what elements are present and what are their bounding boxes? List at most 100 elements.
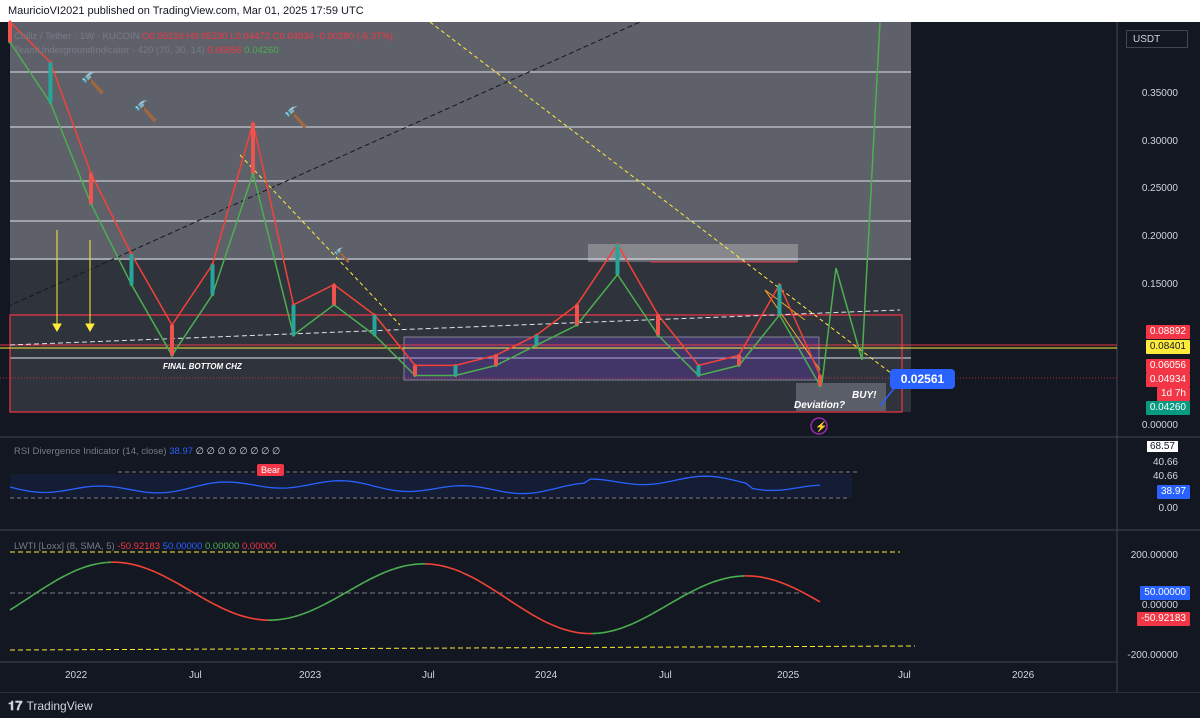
symbol-name[interactable]: Chiliz / Tether · 1W · KUCOIN	[14, 31, 139, 42]
main-chart-svg[interactable]: 🔨 🔨 🔨 🔨 ⚡	[0, 0, 1200, 718]
lwti-segment	[779, 581, 785, 585]
time-tick: 2026	[1012, 670, 1035, 681]
rsi-tag: 38.97	[1156, 485, 1190, 499]
lwti-segment	[703, 582, 709, 587]
hammer-icon: 🔨	[333, 247, 350, 264]
lwti-segment	[799, 590, 806, 595]
indicator-name[interactable]: TeamUndergroundIndicator · 420 (70, 30, …	[14, 45, 205, 56]
lwti-segment	[19, 599, 26, 605]
tradingview-logo-icon[interactable]: 𝟏𝟕	[8, 698, 22, 714]
lwti-value-4: 0.00000	[241, 541, 277, 552]
lwti-segment	[166, 576, 173, 582]
lwti-segment	[713, 579, 720, 583]
lwti-tick: 0.00000	[1141, 600, 1178, 611]
hammer-icon: 🔨	[283, 105, 308, 129]
lwti-tick: 200.00000	[1130, 550, 1178, 561]
chart-screenshot: MauricioVI2021 published on TradingView.…	[0, 0, 1200, 718]
lwti-segment	[333, 595, 340, 600]
lwti-segment	[283, 617, 289, 620]
ohlc-change: -0.00280 (-5.37%)	[316, 31, 394, 42]
lwti-segment	[607, 630, 613, 633]
candle	[89, 173, 93, 204]
lwti-segment	[480, 581, 487, 586]
lwti-segment	[95, 562, 102, 565]
lightning-icon[interactable]: ⚡	[815, 420, 827, 433]
lwti-segment	[510, 600, 517, 606]
lwti-segment	[404, 564, 411, 567]
candle	[453, 365, 458, 376]
lwti-segment	[445, 565, 451, 569]
lwti-segment	[541, 619, 547, 624]
price-tick: 0.20000	[1141, 231, 1178, 242]
lwti-segment	[632, 620, 639, 625]
lwti-segment	[60, 574, 67, 579]
price-tag: 0.04260	[1145, 401, 1190, 415]
lwti-segment	[303, 610, 309, 615]
lwti-segment	[252, 617, 259, 621]
buy-label: BUY!	[852, 390, 877, 401]
lwti-segment	[176, 582, 183, 587]
lwti-segment	[207, 599, 213, 605]
lwti-value-tag: -50.92183	[1136, 612, 1190, 626]
final-bottom-label: FINAL BOTTOM CHZ	[163, 362, 242, 371]
lwti-lower-band	[9, 645, 916, 651]
lwti-segment	[358, 581, 365, 586]
lwti-segment	[298, 612, 304, 617]
tradingview-footer: 𝟏𝟕 TradingView	[0, 692, 1200, 718]
candle	[494, 355, 498, 366]
lwti-segment	[293, 614, 299, 618]
lwti-segment	[536, 616, 542, 621]
target-callout[interactable]: 0.02561	[890, 369, 955, 389]
price-tick: 0.15000	[1141, 279, 1178, 290]
lwti-segment	[227, 609, 234, 614]
lwti-segment	[409, 563, 416, 566]
currency-selector[interactable]: USDT	[1126, 30, 1188, 48]
lwti-segment	[520, 607, 527, 612]
lwti-segment	[212, 602, 218, 607]
time-tick: 2023	[299, 670, 322, 681]
lwti-segment	[430, 563, 436, 566]
lwti-segment	[278, 618, 284, 621]
tradingview-brand[interactable]: TradingView	[26, 699, 92, 713]
candle	[129, 254, 134, 285]
lwti-segment	[693, 587, 699, 592]
candle	[372, 314, 377, 336]
rsi-name[interactable]: RSI Divergence Indicator (14, close)	[14, 446, 167, 457]
candle	[332, 284, 336, 305]
lwti-segment	[728, 576, 735, 579]
lwti-segment	[80, 565, 87, 570]
hammer-icon: 🔨	[133, 99, 158, 123]
lwti-segment	[525, 610, 532, 615]
lwti-segment	[50, 580, 57, 585]
lwti-segment	[490, 587, 497, 593]
lwti-segment	[723, 576, 730, 580]
price-tag: 0.08401	[1145, 340, 1190, 354]
lwti-value-2: 50.00000	[162, 541, 203, 552]
lwti-name[interactable]: LWTI [Loxx] (8, SMA, 5)	[14, 541, 115, 552]
lwti-segment	[171, 579, 178, 584]
indicator-value-1: 0.06056	[207, 45, 242, 56]
lwti-segment	[809, 595, 816, 600]
lwti-segment	[9, 606, 16, 611]
lwti-segment	[313, 606, 320, 611]
lwti-segment	[353, 584, 360, 589]
time-tick: 2024	[535, 670, 558, 681]
bear-label: Bear	[257, 464, 285, 476]
price-tick: 0.30000	[1141, 136, 1178, 147]
lwti-segment	[662, 604, 669, 609]
lwti-segment	[617, 626, 623, 631]
time-tick: 2025	[777, 670, 800, 681]
lwti-segment	[141, 566, 147, 570]
lwti-segment	[70, 569, 77, 574]
lwti-segment	[465, 573, 472, 578]
time-tick: Jul	[422, 670, 435, 681]
lwti-segment	[814, 598, 821, 603]
hammer-icon: 🔨	[133, 99, 158, 123]
lwti-segment	[384, 569, 390, 574]
candle	[696, 365, 701, 376]
lwti-segment	[698, 585, 704, 589]
countdown-tag: 1d 7h	[1156, 387, 1190, 401]
lwti-segment	[85, 564, 92, 568]
lwti-segment	[612, 628, 618, 632]
candle	[48, 62, 53, 103]
